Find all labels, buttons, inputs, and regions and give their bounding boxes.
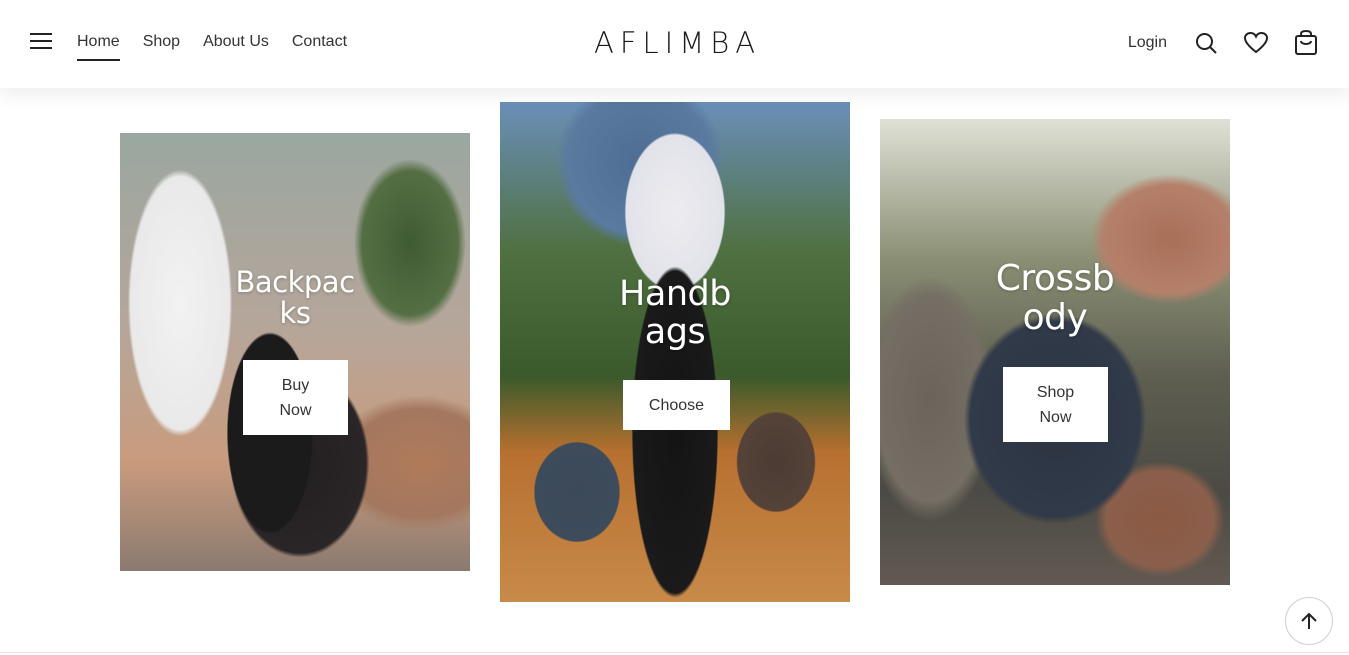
nav-shop[interactable]: Shop — [143, 32, 180, 52]
category-title-line: Handb — [619, 274, 731, 314]
arrow-up-icon — [1301, 612, 1317, 629]
search-icon[interactable] — [1193, 30, 1219, 56]
scroll-to-top-button[interactable] — [1285, 597, 1333, 645]
category-title: Crossb ody — [880, 258, 1230, 338]
category-title-line: ks — [279, 296, 311, 331]
cta-label-line: Buy — [281, 376, 310, 394]
nav-about-us[interactable]: About Us — [203, 32, 269, 52]
login-link[interactable]: Login — [1128, 34, 1167, 52]
category-title: Handb ags — [500, 274, 850, 352]
category-card-backpacks[interactable]: Backpac ks Buy Now — [120, 133, 470, 571]
handbags-image — [500, 102, 850, 602]
footer-divider — [0, 652, 1349, 653]
choose-button[interactable]: Choose — [623, 380, 730, 430]
nav-contact[interactable]: Contact — [292, 32, 347, 52]
cta-label-line: Choose — [648, 396, 705, 414]
category-card-handbags[interactable]: Handb ags Choose — [500, 102, 850, 602]
header-actions: Login — [1128, 30, 1319, 56]
category-title: Backpac ks — [120, 265, 470, 331]
site-logo[interactable]: AFLIMBA — [594, 27, 756, 61]
category-title-line: Backpac — [235, 265, 355, 299]
category-title-line: ody — [1022, 296, 1088, 338]
category-card-crossbody[interactable]: Crossb ody Shop Now — [880, 119, 1230, 585]
cta-label-line: Shop — [1036, 383, 1075, 401]
main-nav: Home Shop About Us Contact — [77, 32, 347, 61]
crossbody-image — [880, 119, 1230, 585]
site-header: Home Shop About Us Contact AFLIMBA Login — [0, 0, 1349, 88]
heart-icon[interactable] — [1243, 30, 1269, 56]
cta-label-line: Now — [279, 401, 312, 419]
menu-icon[interactable] — [30, 33, 54, 53]
category-title-line: Crossb — [995, 258, 1115, 299]
nav-home[interactable]: Home — [77, 32, 120, 61]
backpacks-image — [120, 133, 470, 571]
cta-label-line: Now — [1039, 408, 1072, 426]
category-title-line: ags — [644, 311, 706, 352]
shop-now-button[interactable]: Shop Now — [1003, 367, 1108, 442]
buy-now-button[interactable]: Buy Now — [243, 360, 348, 435]
cart-icon[interactable] — [1293, 30, 1319, 56]
